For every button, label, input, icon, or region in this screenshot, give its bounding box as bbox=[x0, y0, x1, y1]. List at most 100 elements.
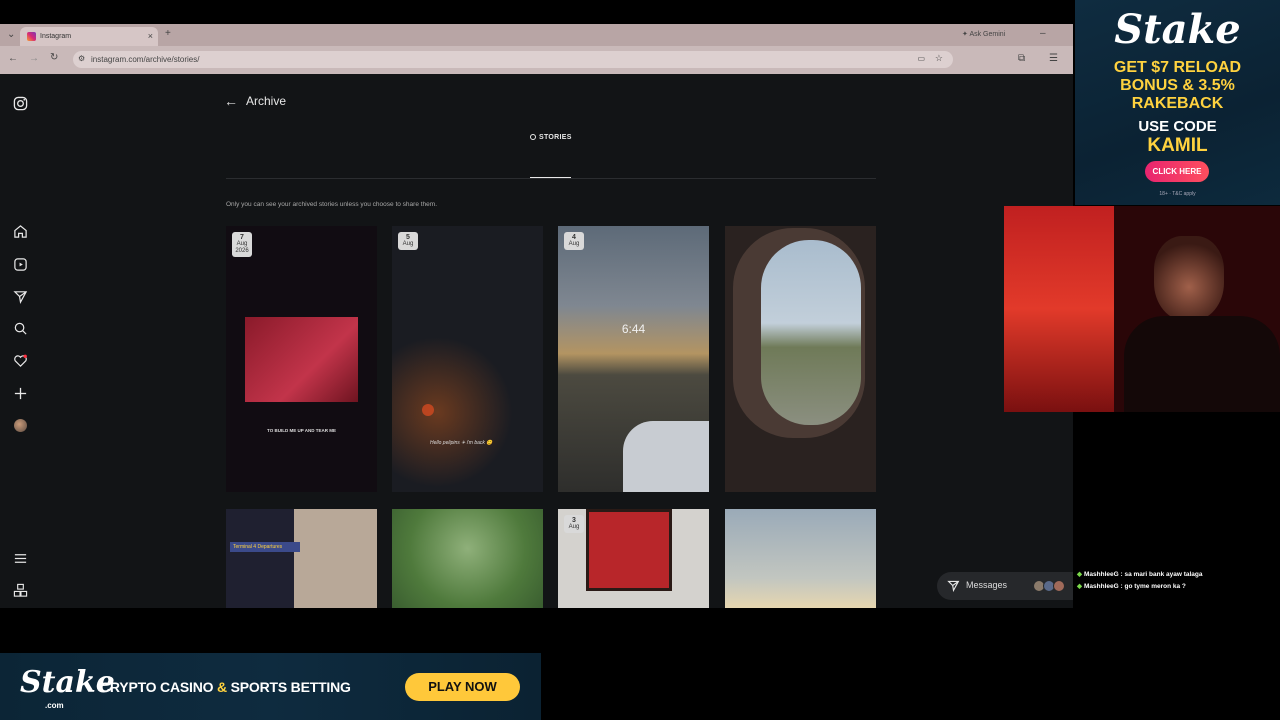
avatar bbox=[1053, 580, 1065, 592]
promo-code: KAMIL bbox=[1147, 135, 1208, 156]
create-plus-icon[interactable] bbox=[13, 386, 28, 401]
story-day: 5 bbox=[406, 234, 410, 241]
send-icon bbox=[947, 579, 960, 593]
tab-stories[interactable]: STORIES bbox=[530, 134, 572, 141]
story-date-badge: 7 Aug 2026 bbox=[232, 232, 252, 257]
story-caption: TO BUILD ME UP AND TEAR ME bbox=[267, 428, 336, 433]
story-day: 4 bbox=[572, 234, 576, 241]
story-photo bbox=[245, 317, 358, 402]
stake-logo: Stake bbox=[1114, 6, 1241, 53]
close-tab-icon[interactable]: × bbox=[148, 31, 153, 41]
reels-icon[interactable] bbox=[13, 257, 28, 272]
tab-divider bbox=[226, 178, 876, 179]
banner-text-a: CRYPTO CASINO bbox=[100, 679, 217, 695]
story-thumbnail-1[interactable]: TO BUILD ME UP AND TEAR ME 7 Aug 2026 bbox=[226, 226, 377, 492]
page-title: Archive bbox=[246, 94, 287, 108]
ad-line-4: USE CODE bbox=[1138, 118, 1217, 135]
story-wing bbox=[623, 421, 709, 492]
direct-messages-icon[interactable] bbox=[13, 289, 28, 304]
banner-text-b: SPORTS BETTING bbox=[226, 679, 351, 695]
play-now-button[interactable]: PLAY NOW bbox=[405, 673, 520, 701]
banner-amp: & bbox=[217, 679, 227, 695]
extensions-icon[interactable]: ⧉ bbox=[1018, 53, 1025, 64]
chat-badge-icon: ◆ bbox=[1077, 571, 1082, 578]
gemini-label: Ask Gemini bbox=[969, 31, 1006, 38]
story-thumbnail-3[interactable]: 6:44 4 Aug bbox=[558, 226, 709, 492]
story-date-badge: 3 Aug bbox=[564, 515, 584, 533]
archive-hint: Only you can see your archived stories u… bbox=[226, 201, 437, 208]
menu-icon[interactable] bbox=[13, 551, 28, 566]
reload-icon[interactable]: ↻ bbox=[50, 52, 58, 63]
story-month: Aug bbox=[236, 241, 248, 247]
active-tab-indicator bbox=[530, 177, 571, 178]
story-thumbnail-6[interactable] bbox=[392, 509, 543, 608]
messages-label: Messages bbox=[966, 580, 1008, 590]
new-tab-icon[interactable]: + bbox=[165, 28, 171, 39]
stake-ad-banner[interactable]: Stake GET $7 RELOAD BONUS & 3.5% RAKEBAC… bbox=[1075, 0, 1280, 205]
story-date-badge: 5 Aug bbox=[398, 232, 418, 250]
story-light bbox=[422, 404, 434, 416]
sidebar-nav bbox=[0, 74, 42, 608]
story-thumbnail-4[interactable] bbox=[725, 226, 876, 492]
story-day: 3 bbox=[572, 517, 576, 524]
ad-line-1: GET $7 RELOAD bbox=[1113, 59, 1242, 76]
webcam-body bbox=[1124, 316, 1280, 412]
forward-icon[interactable]: → bbox=[29, 53, 39, 64]
stories-ring-icon bbox=[530, 134, 536, 140]
story-month: Aug bbox=[568, 524, 580, 530]
story-thumbnail-5[interactable]: Terminal 4 Departures bbox=[226, 509, 377, 608]
more-apps-icon[interactable] bbox=[13, 583, 28, 598]
browser-tab-instagram[interactable]: Instagram × bbox=[20, 27, 158, 46]
story-month: Aug bbox=[402, 241, 414, 247]
back-arrow-icon[interactable]: ← bbox=[224, 93, 238, 109]
url-text: instagram.com/archive/stories/ bbox=[91, 55, 200, 64]
story-artwork bbox=[586, 509, 672, 591]
story-caption: Hello pelipins ✈ i'm back 😊 bbox=[430, 440, 493, 446]
webcam-red-light bbox=[1004, 206, 1114, 412]
webcam-feed bbox=[1004, 206, 1280, 412]
bookmark-star-icon[interactable]: ☆ bbox=[935, 53, 943, 64]
chat-user: MashhleeG bbox=[1084, 583, 1119, 590]
tab-stories-label: STORIES bbox=[539, 134, 572, 141]
address-bar: ← → ↻ ⚙ instagram.com/archive/stories/ ▭… bbox=[0, 46, 1073, 74]
chat-badge-icon: ◆ bbox=[1077, 583, 1082, 590]
notifications-heart-icon[interactable] bbox=[13, 353, 28, 368]
ad-line-3: RAKEBACK bbox=[1131, 95, 1224, 112]
click-here-button[interactable]: CLICK HERE bbox=[1145, 161, 1209, 182]
ask-gemini-button[interactable]: ✦ Ask Gemini bbox=[962, 30, 1005, 38]
minimize-icon[interactable]: – bbox=[1040, 28, 1046, 39]
home-icon[interactable] bbox=[13, 224, 28, 239]
story-day: 7 bbox=[240, 234, 244, 241]
chat-text: sa mari bank ayaw talaga bbox=[1124, 571, 1203, 578]
messages-button[interactable]: Messages bbox=[937, 572, 1073, 600]
instagram-logo-icon[interactable] bbox=[13, 96, 28, 111]
profile-avatar[interactable] bbox=[14, 419, 27, 432]
ad-line-2: BONUS & 3.5% bbox=[1120, 77, 1235, 94]
search-icon[interactable] bbox=[13, 321, 28, 336]
stake-bottom-banner[interactable]: Stake .com CRYPTO CASINO & SPORTS BETTIN… bbox=[0, 653, 541, 720]
tab-bar: ⌄ Instagram × + ✦ Ask Gemini – bbox=[0, 24, 1073, 46]
story-thumbnail-2[interactable]: Hello pelipins ✈ i'm back 😊 5 Aug bbox=[392, 226, 543, 492]
webcam-person bbox=[1154, 236, 1224, 321]
story-thumbnail-7[interactable]: 3 Aug bbox=[558, 509, 709, 608]
install-icon[interactable]: ▭ bbox=[917, 54, 925, 63]
fine-print: 18+ · T&C apply bbox=[1159, 191, 1196, 197]
chat-message: ◆ MashhleeG : go tyme meron ka ? bbox=[1077, 583, 1186, 590]
url-field[interactable]: ⚙ instagram.com/archive/stories/ ▭ ☆ bbox=[73, 51, 953, 68]
chat-message: ◆ MashhleeG : sa mari bank ayaw talaga bbox=[1077, 571, 1203, 578]
browser-window: ⌄ Instagram × + ✦ Ask Gemini – ← → ↻ ⚙ i… bbox=[0, 24, 1073, 608]
back-icon[interactable]: ← bbox=[8, 53, 18, 64]
story-date-badge: 4 Aug bbox=[564, 232, 584, 250]
site-info-icon[interactable]: ⚙ bbox=[78, 54, 85, 63]
tab-list-icon[interactable]: ⌄ bbox=[7, 29, 15, 40]
story-caption: Terminal 4 Departures bbox=[230, 542, 300, 552]
stake-logo-sub: .com bbox=[45, 701, 64, 710]
instagram-favicon-icon bbox=[27, 32, 36, 41]
instagram-page: ← Archive STORIES Only you can see your … bbox=[0, 74, 1073, 608]
story-thumbnail-8[interactable] bbox=[725, 509, 876, 608]
tab-title: Instagram bbox=[40, 33, 72, 40]
chat-user: MashhleeG bbox=[1084, 571, 1119, 578]
media-icon[interactable]: ☰ bbox=[1049, 53, 1058, 64]
story-window-view bbox=[761, 240, 861, 425]
story-caption: 6:44 bbox=[621, 322, 646, 336]
